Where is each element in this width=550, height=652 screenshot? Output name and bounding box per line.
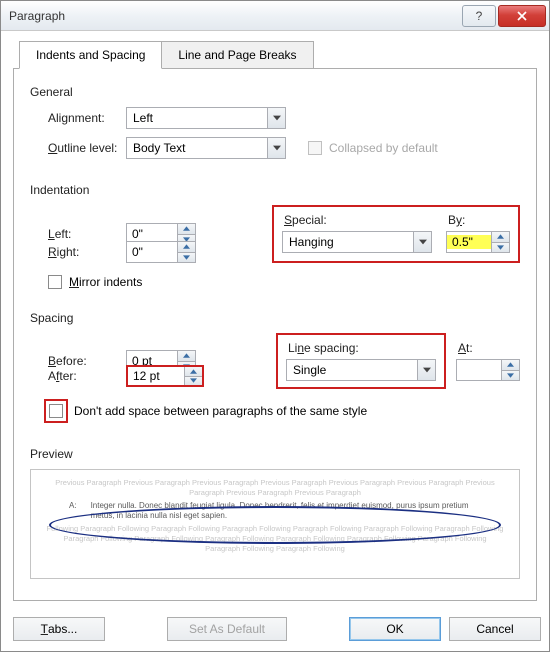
indent-left-label: Left:: [30, 227, 126, 241]
indent-right-label: Right:: [30, 245, 126, 259]
ok-button[interactable]: OK: [349, 617, 441, 641]
line-spacing-combo[interactable]: Single: [286, 359, 436, 381]
chevron-down-icon: [267, 138, 285, 158]
preview-box: Previous Paragraph Previous Paragraph Pr…: [30, 469, 520, 579]
collapsed-checkbox: [308, 141, 322, 155]
spin-up-icon[interactable]: [178, 351, 195, 362]
section-preview: Preview: [30, 447, 520, 461]
no-space-same-style-checkbox[interactable]: [49, 404, 63, 418]
button-bar: Tabs... Set As Default OK Cancel: [1, 609, 549, 651]
by-label: By:: [448, 213, 510, 227]
outline-label: OOutline level:utline level:: [30, 141, 126, 155]
special-label: Special:: [284, 213, 432, 227]
chevron-down-icon: [413, 232, 431, 252]
client-area: Indents and Spacing Line and Page Breaks…: [1, 31, 549, 609]
close-button[interactable]: [498, 5, 546, 27]
spin-up-icon[interactable]: [178, 224, 195, 235]
spin-down-icon[interactable]: [492, 243, 509, 253]
after-spin[interactable]: 12 pt: [126, 365, 204, 387]
spin-up-icon[interactable]: [502, 360, 519, 371]
at-spin[interactable]: [456, 359, 520, 381]
spin-down-icon[interactable]: [185, 377, 202, 386]
after-label: After:: [30, 369, 126, 383]
tab-line-page-breaks[interactable]: Line and Page Breaks: [161, 41, 313, 69]
line-spacing-label: Line spacing:: [288, 341, 436, 355]
alignment-combo[interactable]: Left: [126, 107, 286, 129]
cancel-button[interactable]: Cancel: [449, 617, 541, 641]
spin-down-icon[interactable]: [178, 253, 195, 263]
tab-indents-spacing[interactable]: Indents and Spacing: [19, 41, 162, 69]
titlebar: Paragraph ?: [1, 1, 549, 31]
window-title: Paragraph: [9, 9, 461, 23]
spin-up-icon[interactable]: [185, 367, 202, 377]
collapsed-label: Collapsed by default: [329, 141, 438, 155]
preview-annotation-ellipse: [49, 506, 501, 544]
mirror-indents-label: Mirror indents: [69, 275, 142, 289]
special-combo[interactable]: Hanging: [282, 231, 432, 253]
mirror-indents-checkbox[interactable]: [48, 275, 62, 289]
tabstrip: Indents and Spacing Line and Page Breaks: [19, 41, 537, 69]
spin-down-icon[interactable]: [502, 371, 519, 381]
chevron-down-icon: [417, 360, 435, 380]
no-space-label: Don't add space between paragraphs of th…: [74, 404, 367, 418]
alignment-label: Alignment:: [30, 111, 126, 125]
spin-up-icon[interactable]: [492, 232, 509, 243]
indent-right-spin[interactable]: 0": [126, 241, 196, 263]
preview-prev-text: Previous Paragraph Previous Paragraph Pr…: [45, 478, 505, 498]
at-label: At:: [458, 341, 520, 355]
chevron-down-icon: [267, 108, 285, 128]
section-indentation: Indentation: [30, 183, 520, 197]
section-general: General: [30, 85, 520, 99]
tabs-button[interactable]: Tabs...: [13, 617, 105, 641]
help-button[interactable]: ?: [462, 5, 496, 27]
set-default-button[interactable]: Set As Default: [167, 617, 287, 641]
outline-level-combo[interactable]: Body Text: [126, 137, 286, 159]
section-spacing: Spacing: [30, 311, 520, 325]
tab-panel: General Alignment: Left OOutline level:u…: [13, 68, 537, 601]
paragraph-dialog: Paragraph ? Indents and Spacing Line and…: [0, 0, 550, 652]
spin-up-icon[interactable]: [178, 242, 195, 253]
by-spin[interactable]: 0.5": [446, 231, 510, 253]
